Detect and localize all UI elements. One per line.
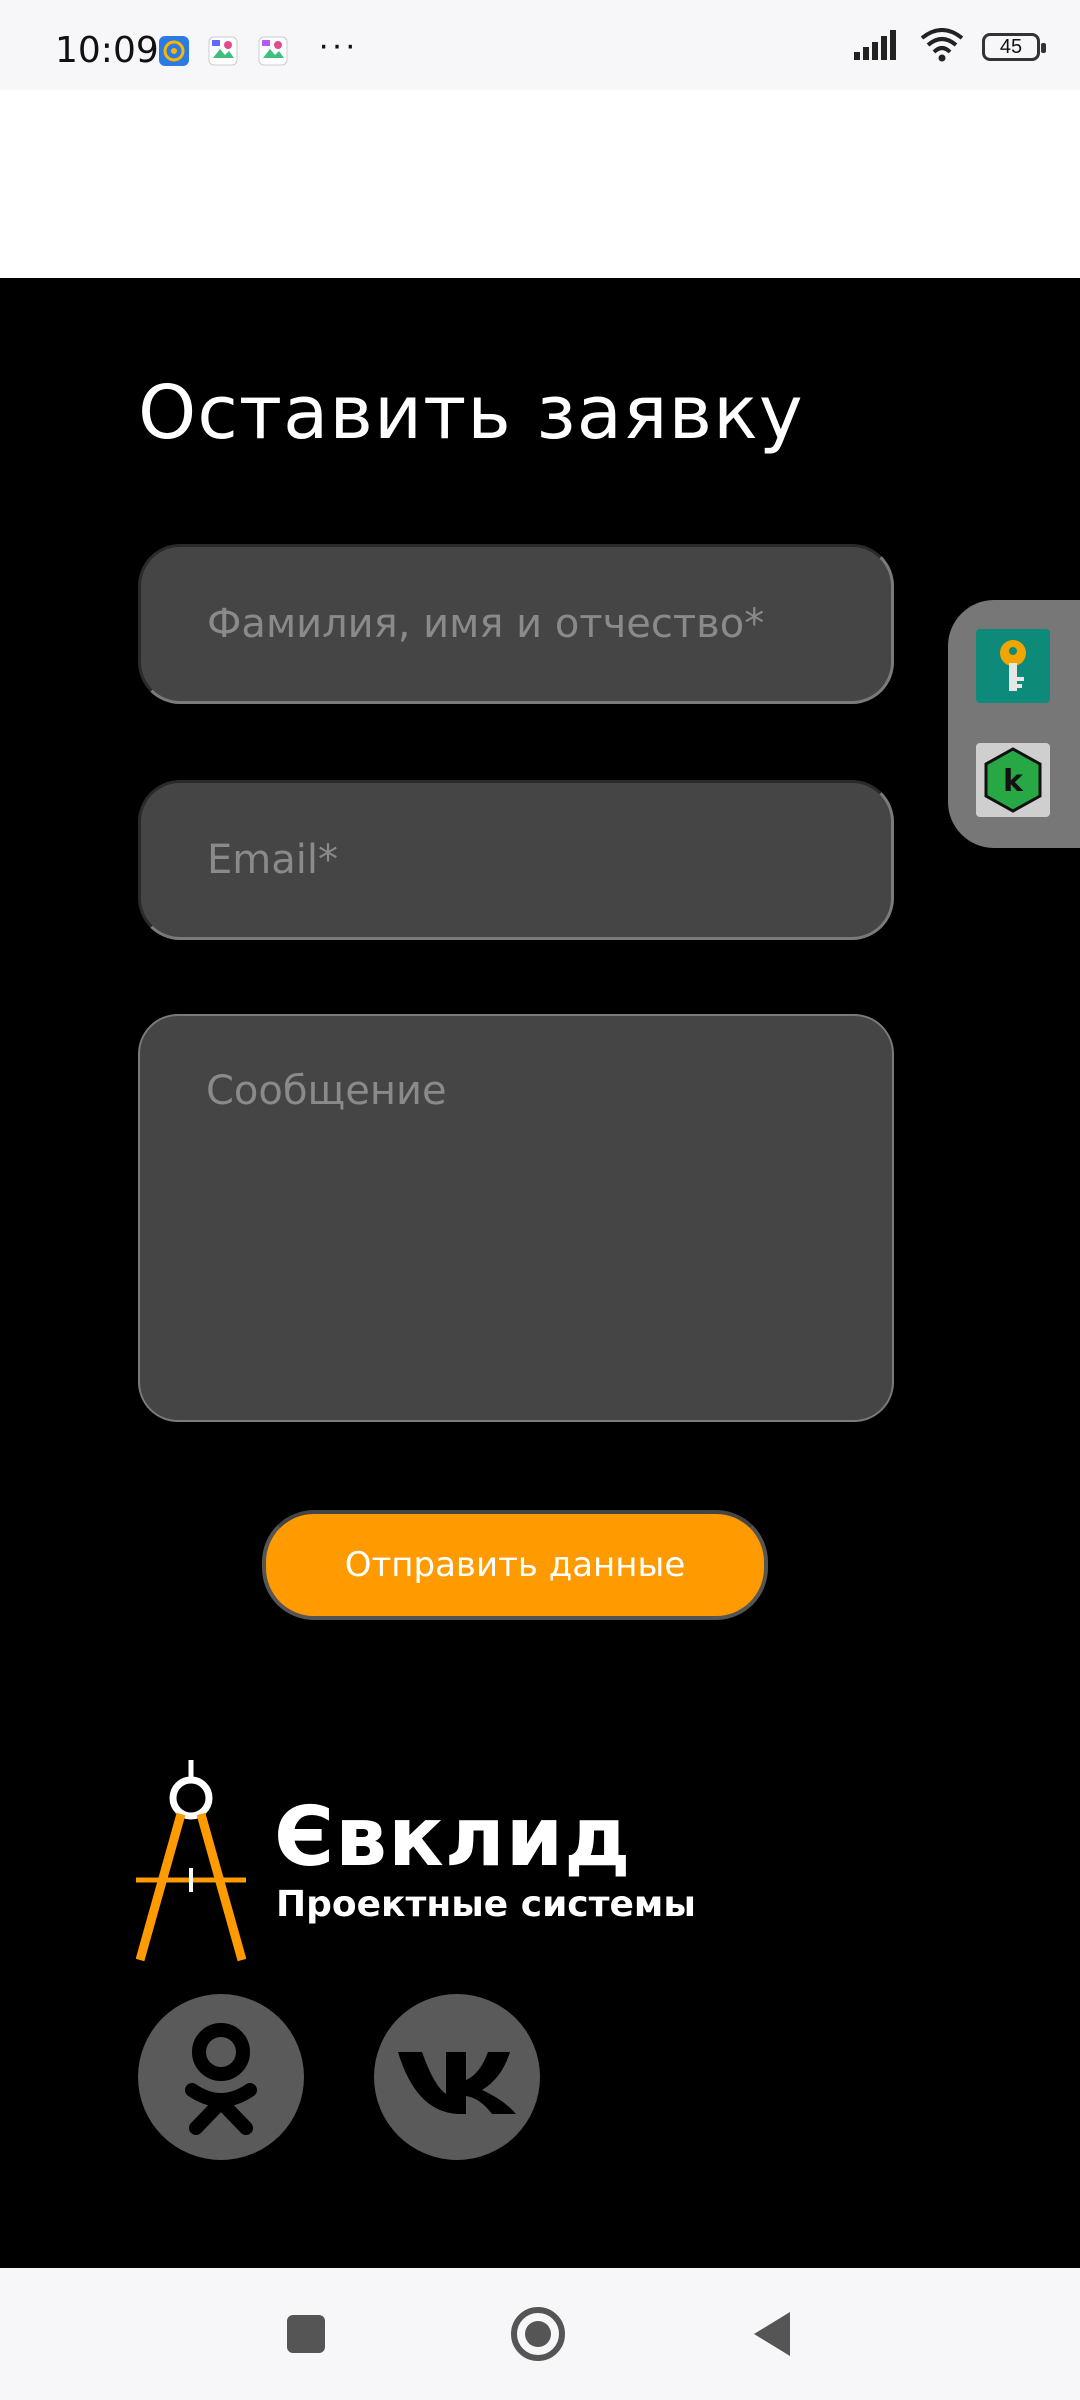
back-triangle-icon (754, 2312, 790, 2356)
brand-tagline: Проектные системы (276, 1884, 696, 1925)
wifi-icon (920, 27, 964, 67)
floating-side-panel: k (948, 600, 1080, 848)
square-icon (287, 2315, 325, 2353)
odnoklassniki-icon (185, 2023, 257, 2135)
odnoklassniki-button[interactable] (138, 1994, 304, 2160)
key-button[interactable] (976, 629, 1050, 703)
page-header (0, 90, 1080, 278)
gallery-app-icon (208, 36, 238, 66)
status-time: 10:09 (55, 30, 159, 71)
brand-name: Євклид (274, 1790, 632, 1885)
svg-text:k: k (1003, 764, 1024, 799)
back-button[interactable] (742, 2304, 802, 2364)
recents-button[interactable] (276, 2304, 336, 2364)
vk-button[interactable] (374, 1994, 540, 2160)
key-icon (1000, 640, 1026, 691)
form-title: Оставить заявку (138, 370, 804, 456)
email-input[interactable] (138, 780, 894, 940)
message-textarea[interactable] (138, 1014, 894, 1422)
battery-icon: 45 (982, 33, 1046, 61)
signal-icon (854, 29, 902, 65)
gallery-app-icon (258, 36, 288, 66)
full-name-input[interactable] (138, 544, 894, 704)
home-circle-icon (511, 2307, 565, 2361)
compass-icon (136, 1760, 246, 1962)
kaspersky-button[interactable]: k (976, 743, 1050, 817)
status-bar: 10:09 ··· 45 (0, 0, 1080, 90)
contact-section: Оставить заявку Отправить данные Євклид … (0, 278, 1080, 2268)
kaspersky-icon: k (984, 747, 1042, 813)
vk-icon (398, 2052, 516, 2114)
home-button[interactable] (508, 2304, 568, 2364)
battery-level: 45 (999, 35, 1023, 58)
submit-button[interactable]: Отправить данные (262, 1510, 768, 1620)
more-notifications-icon: ··· (318, 26, 358, 64)
brand-logo: Євклид Проектные системы (136, 1760, 776, 1970)
mail-app-icon (159, 36, 189, 66)
system-nav-bar (0, 2268, 1080, 2400)
